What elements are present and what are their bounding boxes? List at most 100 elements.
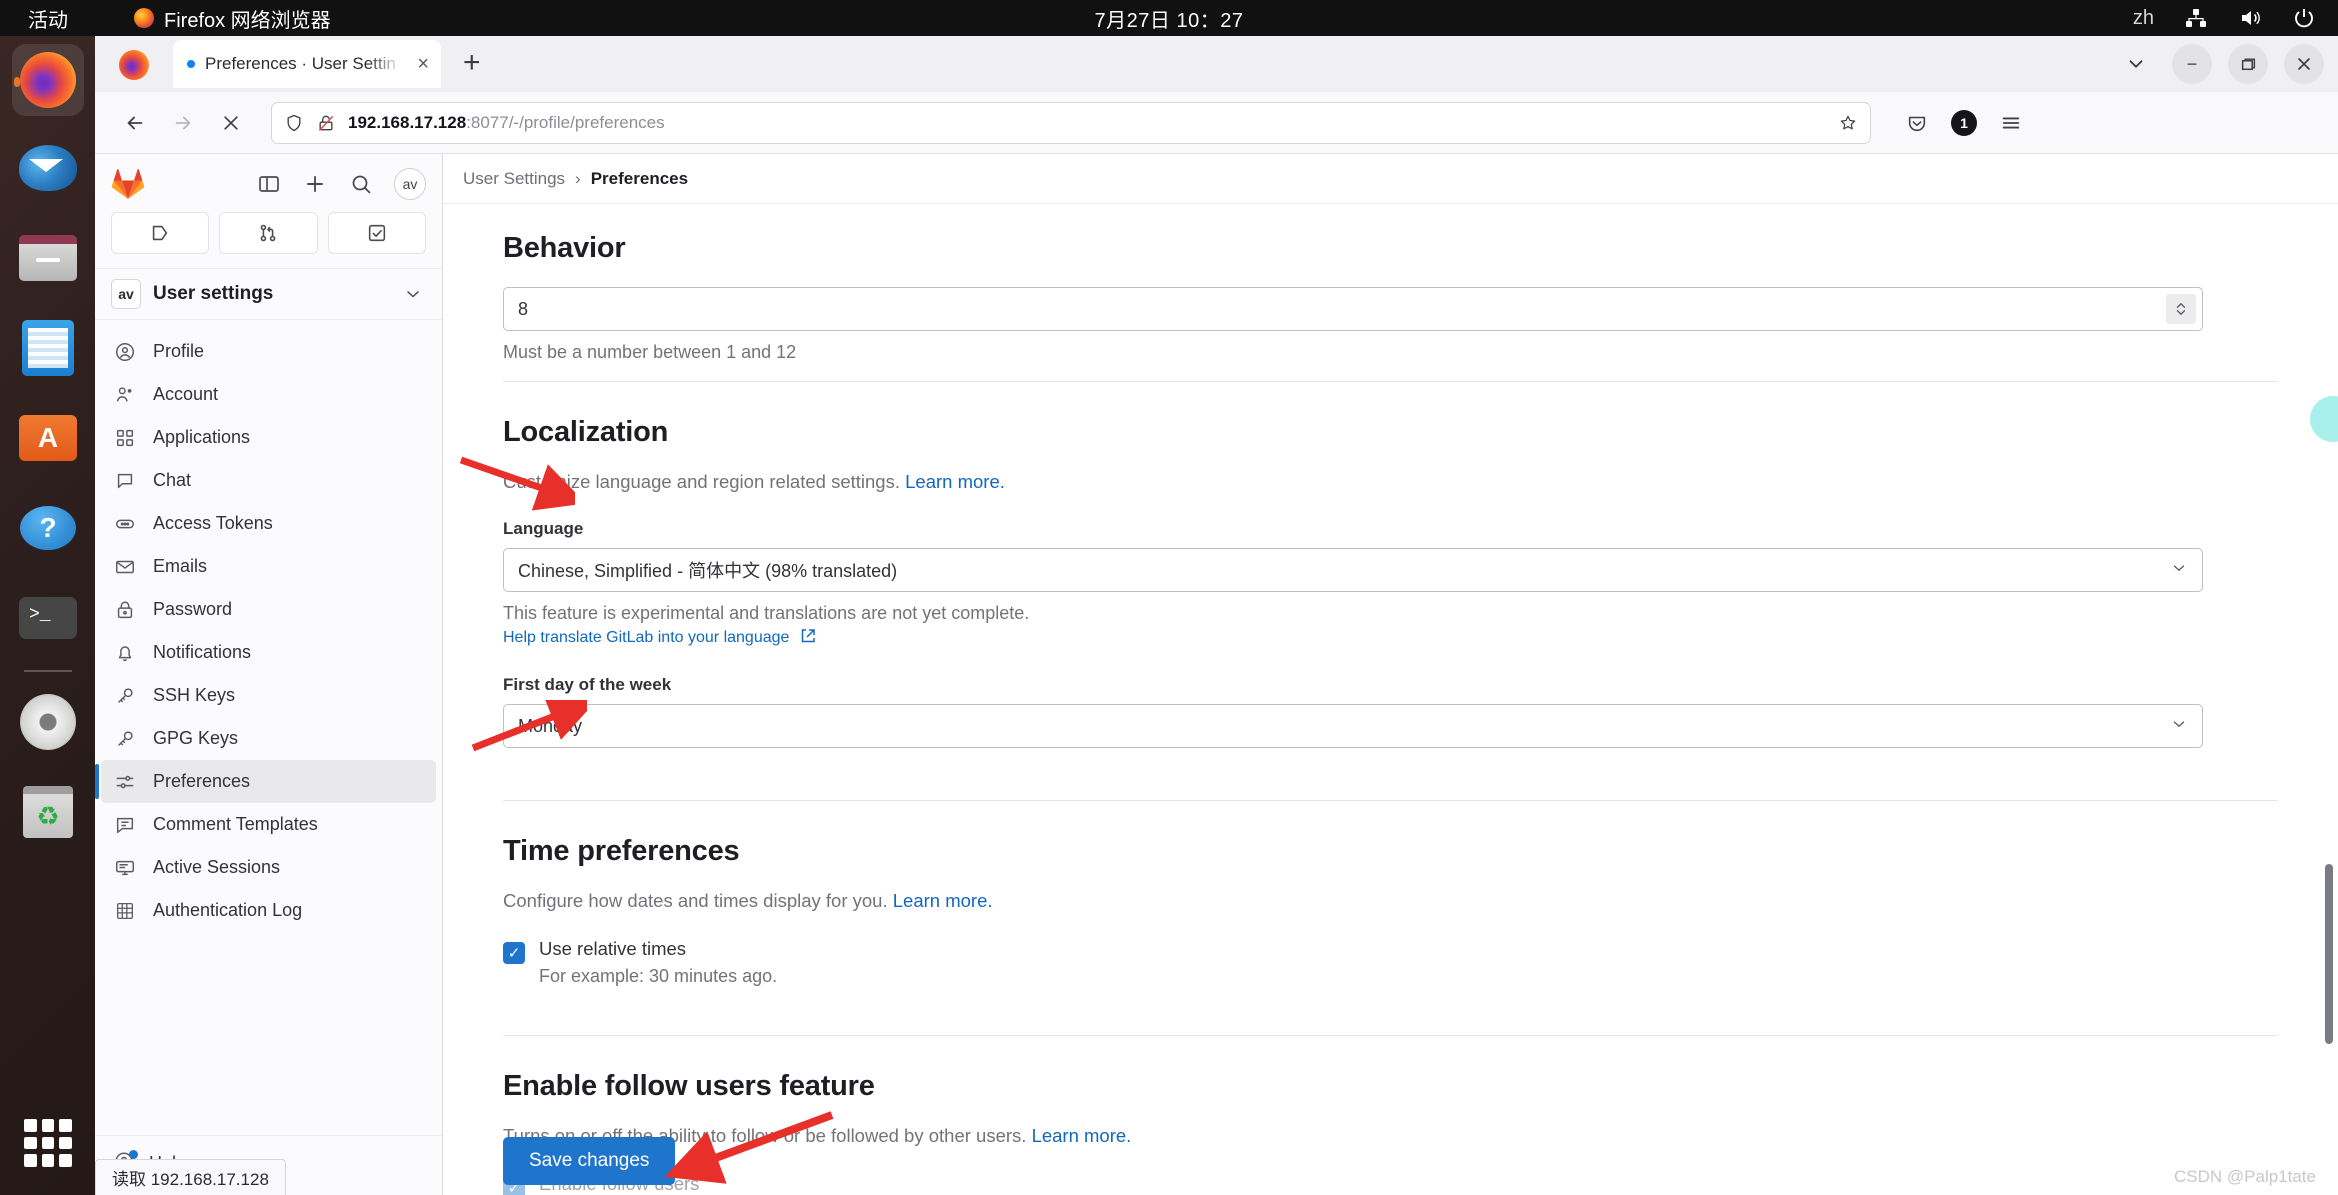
- breadcrumb-parent[interactable]: User Settings: [463, 169, 565, 189]
- first-day-select[interactable]: Monday: [503, 704, 2203, 748]
- power-icon[interactable]: [2292, 6, 2316, 30]
- use-relative-times-row[interactable]: ✓ Use relative times For example: 30 min…: [503, 938, 2278, 987]
- sidebar-top-actions: av: [256, 168, 426, 200]
- sidebar-item-comment-templates[interactable]: Comment Templates: [95, 803, 442, 846]
- volume-icon[interactable]: [2238, 6, 2262, 30]
- sidebar-item-authentication-log[interactable]: Authentication Log: [95, 889, 442, 932]
- sidebar-item-chat[interactable]: Chat: [95, 459, 442, 502]
- star-icon[interactable]: [1838, 113, 1858, 133]
- thunderbird-icon: [19, 145, 77, 191]
- dock-item-help[interactable]: [12, 492, 84, 564]
- firefox-icon: [119, 50, 149, 80]
- merge-request-icon[interactable]: [219, 212, 318, 254]
- hamburger-menu-icon[interactable]: [1989, 101, 2033, 145]
- save-changes-button[interactable]: Save changes: [503, 1137, 676, 1185]
- section-title: Enable follow users feature: [503, 1070, 875, 1102]
- dock-item-files[interactable]: [12, 222, 84, 294]
- extension-badge[interactable]: 1: [1951, 109, 1977, 136]
- back-button[interactable]: [113, 101, 157, 145]
- sidebar-item-notifications[interactable]: Notifications: [95, 631, 442, 674]
- checkbox-label: Use relative times: [539, 938, 687, 959]
- sidebar-item-preferences[interactable]: Preferences: [95, 760, 436, 803]
- close-icon[interactable]: ×: [413, 53, 433, 76]
- sidebar-item-applications[interactable]: Applications: [95, 416, 442, 459]
- dock-item-ubuntu-software[interactable]: [12, 402, 84, 474]
- show-applications-button[interactable]: [24, 1119, 72, 1167]
- learn-more-link[interactable]: Learn more.: [905, 471, 1005, 492]
- account-icon: [113, 383, 137, 407]
- window-controls: −: [2116, 44, 2324, 84]
- sidebar-item-emails[interactable]: Emails: [95, 545, 442, 588]
- enable-follow-users-row[interactable]: ✓ Enable follow users: [503, 1173, 2278, 1195]
- forward-button[interactable]: [161, 101, 205, 145]
- create-new-icon[interactable]: [302, 171, 328, 197]
- dock-separator: [24, 670, 72, 672]
- url-text[interactable]: 192.168.17.128:8077/-/profile/preference…: [348, 113, 1826, 133]
- external-link-icon: [800, 628, 816, 649]
- language-field-wrap: Chinese, Simplified - 简体中文 (98% translat…: [503, 548, 2203, 592]
- page-scrollbar[interactable]: [2323, 154, 2335, 1195]
- translate-gitlab-link[interactable]: Help translate GitLab into your language: [503, 629, 789, 646]
- trash-icon: [23, 786, 73, 838]
- sidebar-item-account[interactable]: Account: [95, 373, 442, 416]
- sidebar-item-access-tokens[interactable]: Access Tokens: [95, 502, 442, 545]
- learn-more-link[interactable]: Learn more.: [1032, 1125, 1132, 1146]
- sidebar-item-active-sessions[interactable]: Active Sessions: [95, 846, 442, 889]
- dock-item-thunderbird[interactable]: [12, 132, 84, 204]
- avatar[interactable]: av: [394, 168, 426, 200]
- grid-dot: [24, 1119, 37, 1132]
- dock-item-terminal[interactable]: [12, 582, 84, 654]
- sidebar-toggle-icon[interactable]: [256, 171, 282, 197]
- use-relative-times-checkbox[interactable]: ✓: [503, 942, 525, 964]
- sidebar-item-label: GPG Keys: [153, 728, 239, 748]
- shield-icon[interactable]: [284, 113, 304, 133]
- pocket-icon[interactable]: [1895, 101, 1939, 145]
- lock-icon: [113, 598, 137, 622]
- sidebar-item-ssh-keys[interactable]: SSH Keys: [95, 674, 442, 717]
- section-localization: Localization Customize language and regi…: [503, 381, 2278, 800]
- network-icon[interactable]: [2184, 6, 2208, 30]
- disc-icon: [20, 694, 76, 750]
- active-app-label: Firefox 网络浏览器: [164, 9, 331, 32]
- grid-dot: [59, 1136, 72, 1150]
- active-app-indicator[interactable]: Firefox 网络浏览器: [134, 4, 331, 33]
- tab-width-input[interactable]: [503, 287, 2203, 331]
- search-icon[interactable]: [348, 171, 374, 197]
- todo-checkbox-icon[interactable]: [327, 212, 426, 254]
- gitlab-logo-icon[interactable]: [111, 169, 145, 199]
- sidebar-item-password[interactable]: Password: [95, 588, 442, 631]
- keyboard-language-indicator[interactable]: zh: [2133, 7, 2154, 30]
- lock-broken-icon[interactable]: [316, 113, 336, 133]
- stop-button[interactable]: [209, 101, 253, 145]
- sidebar-context-switcher[interactable]: av User settings: [95, 268, 442, 320]
- minimize-button[interactable]: −: [2172, 44, 2212, 84]
- dock-item-disc[interactable]: [12, 686, 84, 758]
- scrollbar-thumb[interactable]: [2325, 864, 2333, 1044]
- close-button[interactable]: [2284, 44, 2324, 84]
- number-stepper[interactable]: [2166, 294, 2196, 324]
- sidebar-item-label: Chat: [153, 470, 192, 490]
- system-clock[interactable]: 7月27日 10：27: [1095, 4, 1244, 33]
- maximize-button[interactable]: [2228, 44, 2268, 84]
- sidebar-item-label: Authentication Log: [153, 900, 303, 920]
- new-tab-button[interactable]: +: [463, 48, 481, 78]
- chevron-down-icon[interactable]: [400, 281, 426, 307]
- issues-icon[interactable]: [111, 212, 210, 254]
- sidebar-item-gpg-keys[interactable]: GPG Keys: [95, 717, 442, 760]
- files-icon: [19, 235, 77, 281]
- browser-tab[interactable]: Preferences · User Settin ×: [173, 40, 441, 88]
- dock-item-firefox[interactable]: [12, 44, 84, 116]
- url-bar[interactable]: 192.168.17.128:8077/-/profile/preference…: [271, 101, 1871, 144]
- language-select[interactable]: Chinese, Simplified - 简体中文 (98% translat…: [503, 548, 2203, 592]
- libreoffice-writer-icon: [22, 320, 74, 376]
- firefox-window: Preferences · User Settin × + − 192.168.…: [95, 36, 2338, 1195]
- dock-item-libreoffice-writer[interactable]: [12, 312, 84, 384]
- sidebar-item-label: SSH Keys: [153, 685, 236, 705]
- chevron-down-icon[interactable]: [2116, 44, 2156, 84]
- dock-item-trash[interactable]: [12, 776, 84, 848]
- sidebar-item-profile[interactable]: Profile: [95, 330, 442, 373]
- activities-button[interactable]: 活动: [28, 4, 68, 33]
- user-icon: [113, 340, 137, 364]
- terminal-icon: [19, 597, 77, 639]
- learn-more-link[interactable]: Learn more.: [893, 890, 993, 911]
